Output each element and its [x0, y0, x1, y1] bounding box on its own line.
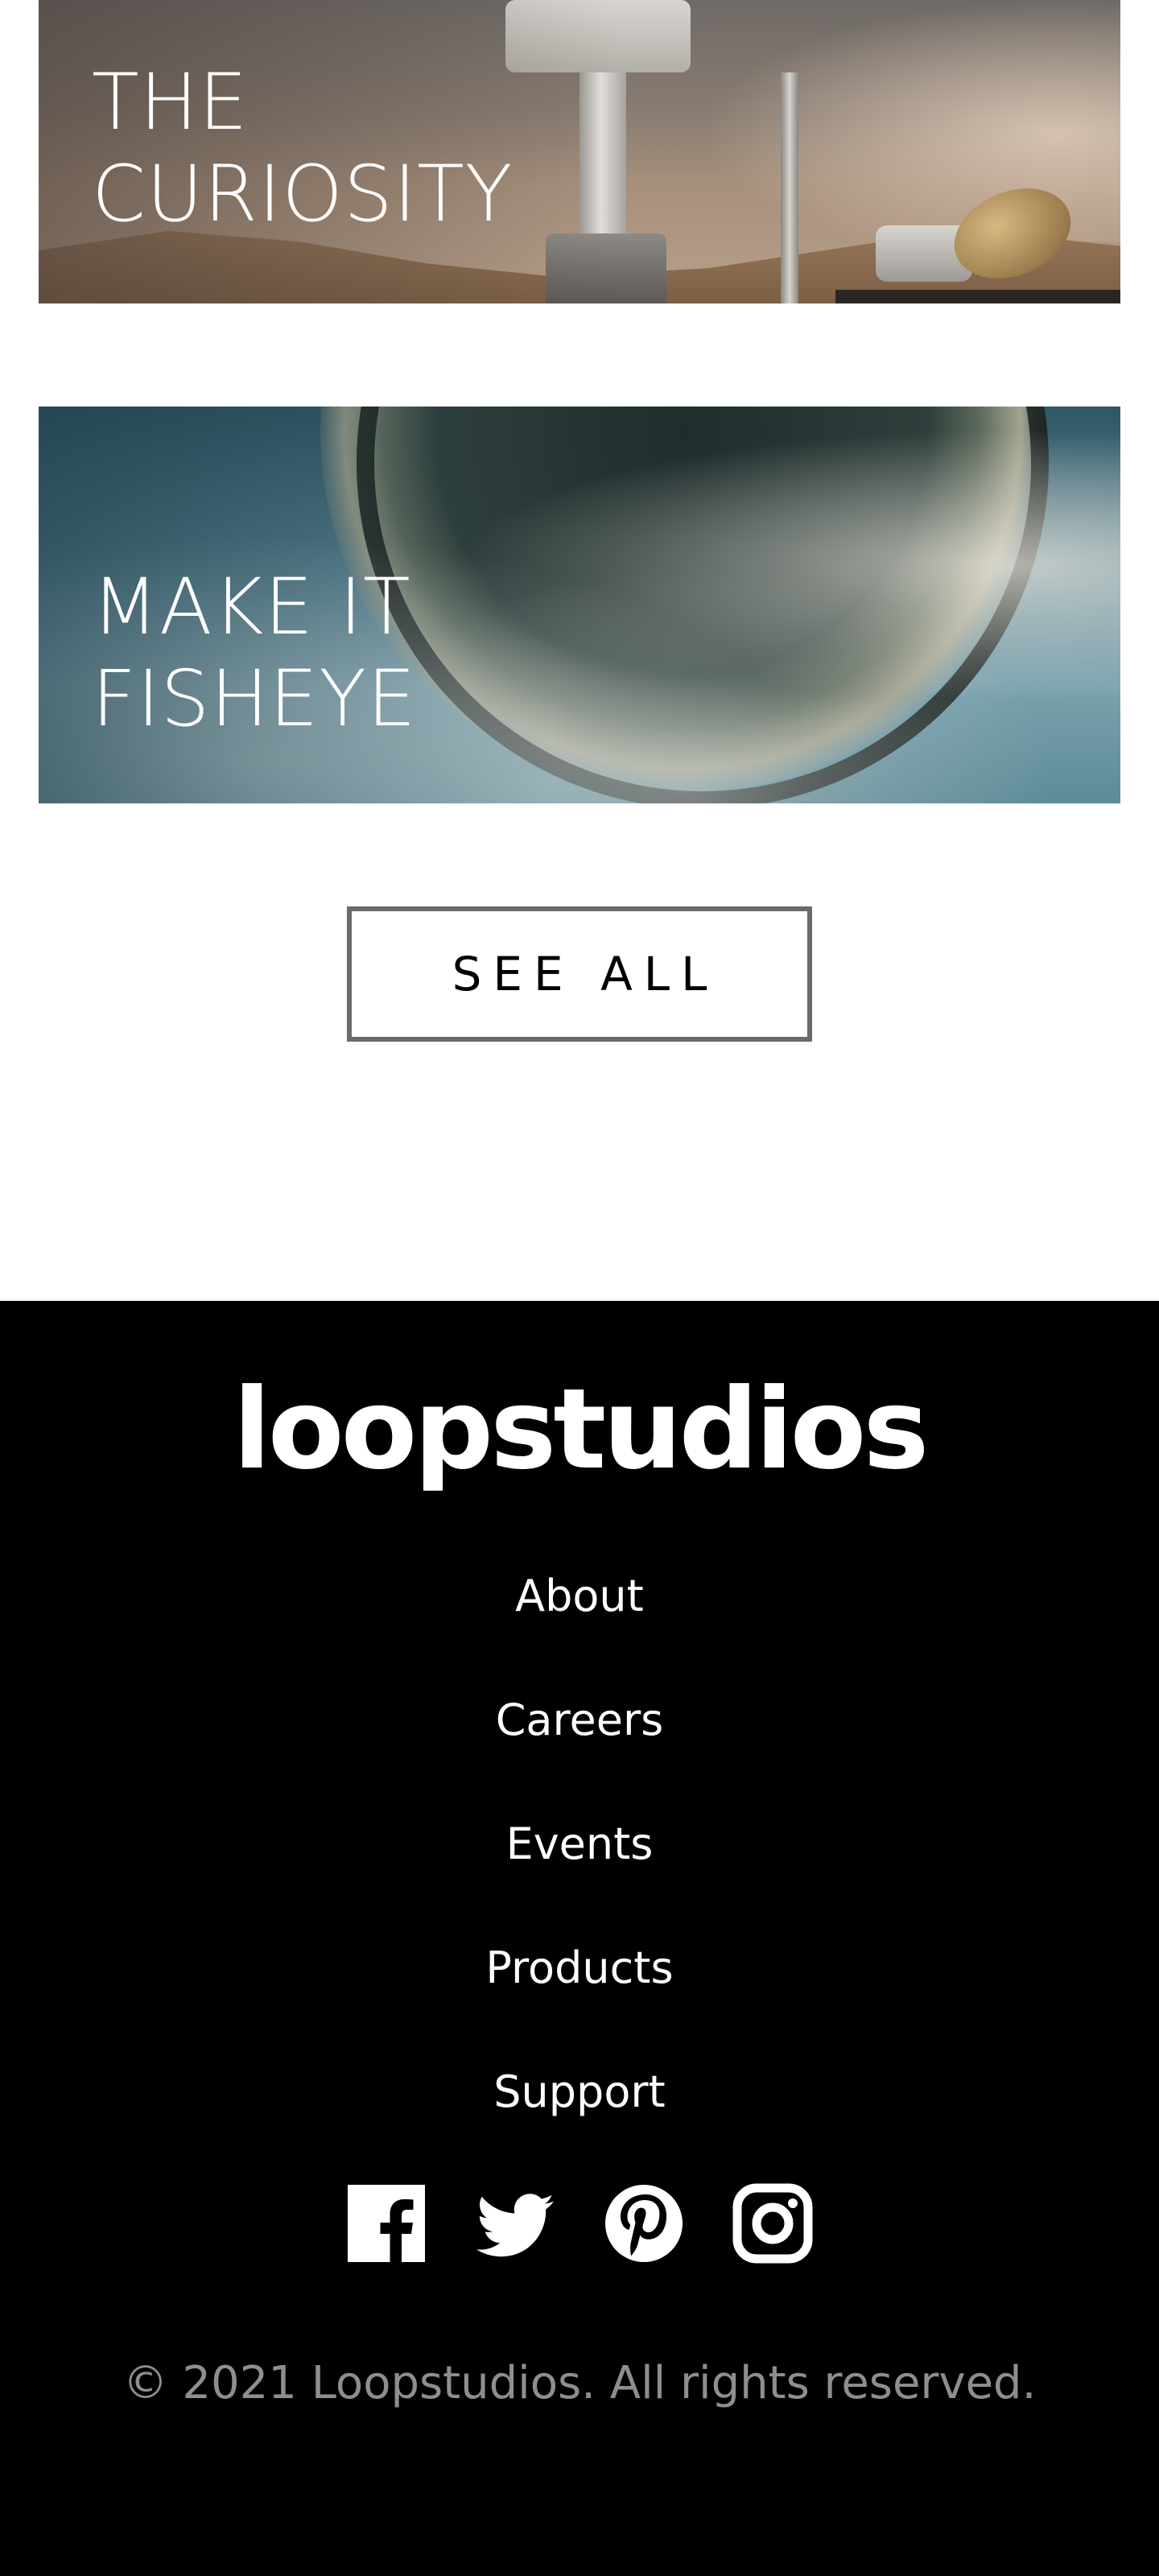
facebook-icon[interactable] — [346, 2183, 427, 2264]
see-all-button[interactable]: SEE ALL — [347, 906, 812, 1042]
page: THE CURIOSITY MAKE IT FISHEYE SEE ALL lo… — [0, 0, 1159, 2576]
creation-card-make-it-fisheye[interactable]: MAKE IT FISHEYE — [39, 407, 1120, 803]
footer-link-support[interactable]: Support — [0, 2064, 1159, 2120]
instagram-icon[interactable] — [732, 2183, 813, 2264]
footer-link-products[interactable]: Products — [0, 1940, 1159, 1996]
card-title: MAKE IT FISHEYE — [92, 561, 417, 745]
twitter-icon[interactable] — [475, 2183, 555, 2264]
footer-link-careers[interactable]: Careers — [0, 1692, 1159, 1748]
card-title-line: THE — [92, 57, 249, 147]
footer-link-about[interactable]: About — [0, 1568, 1159, 1624]
footer-link-events[interactable]: Events — [0, 1816, 1159, 1872]
card-title: THE CURIOSITY — [92, 56, 513, 240]
footer: loopstudios About Careers Events Product… — [0, 1301, 1159, 2576]
rover-antenna-image — [781, 72, 798, 303]
footer-logo[interactable]: loopstudios — [0, 1365, 1159, 1494]
card-title-line: MAKE IT — [92, 562, 411, 652]
copyright-text: © 2021 Loopstudios. All rights reserved. — [122, 2357, 1037, 2409]
pinterest-icon[interactable] — [604, 2183, 684, 2264]
rover-deck-image — [835, 290, 1120, 303]
card-title-line: FISHEYE — [92, 654, 417, 744]
creation-card-the-curiosity[interactable]: THE CURIOSITY — [39, 0, 1120, 303]
card-title-line: CURIOSITY — [92, 149, 514, 239]
